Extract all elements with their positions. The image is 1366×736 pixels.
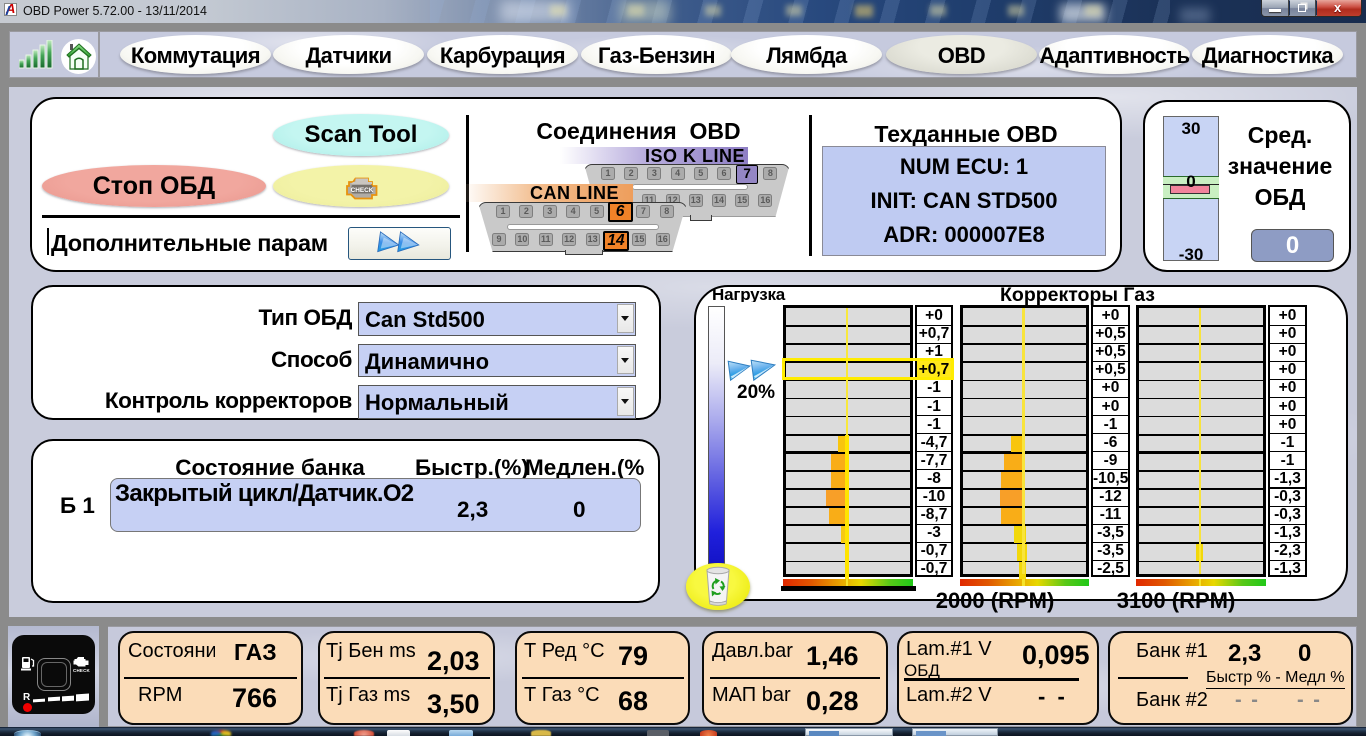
svg-text:CHECK: CHECK [351, 187, 374, 194]
